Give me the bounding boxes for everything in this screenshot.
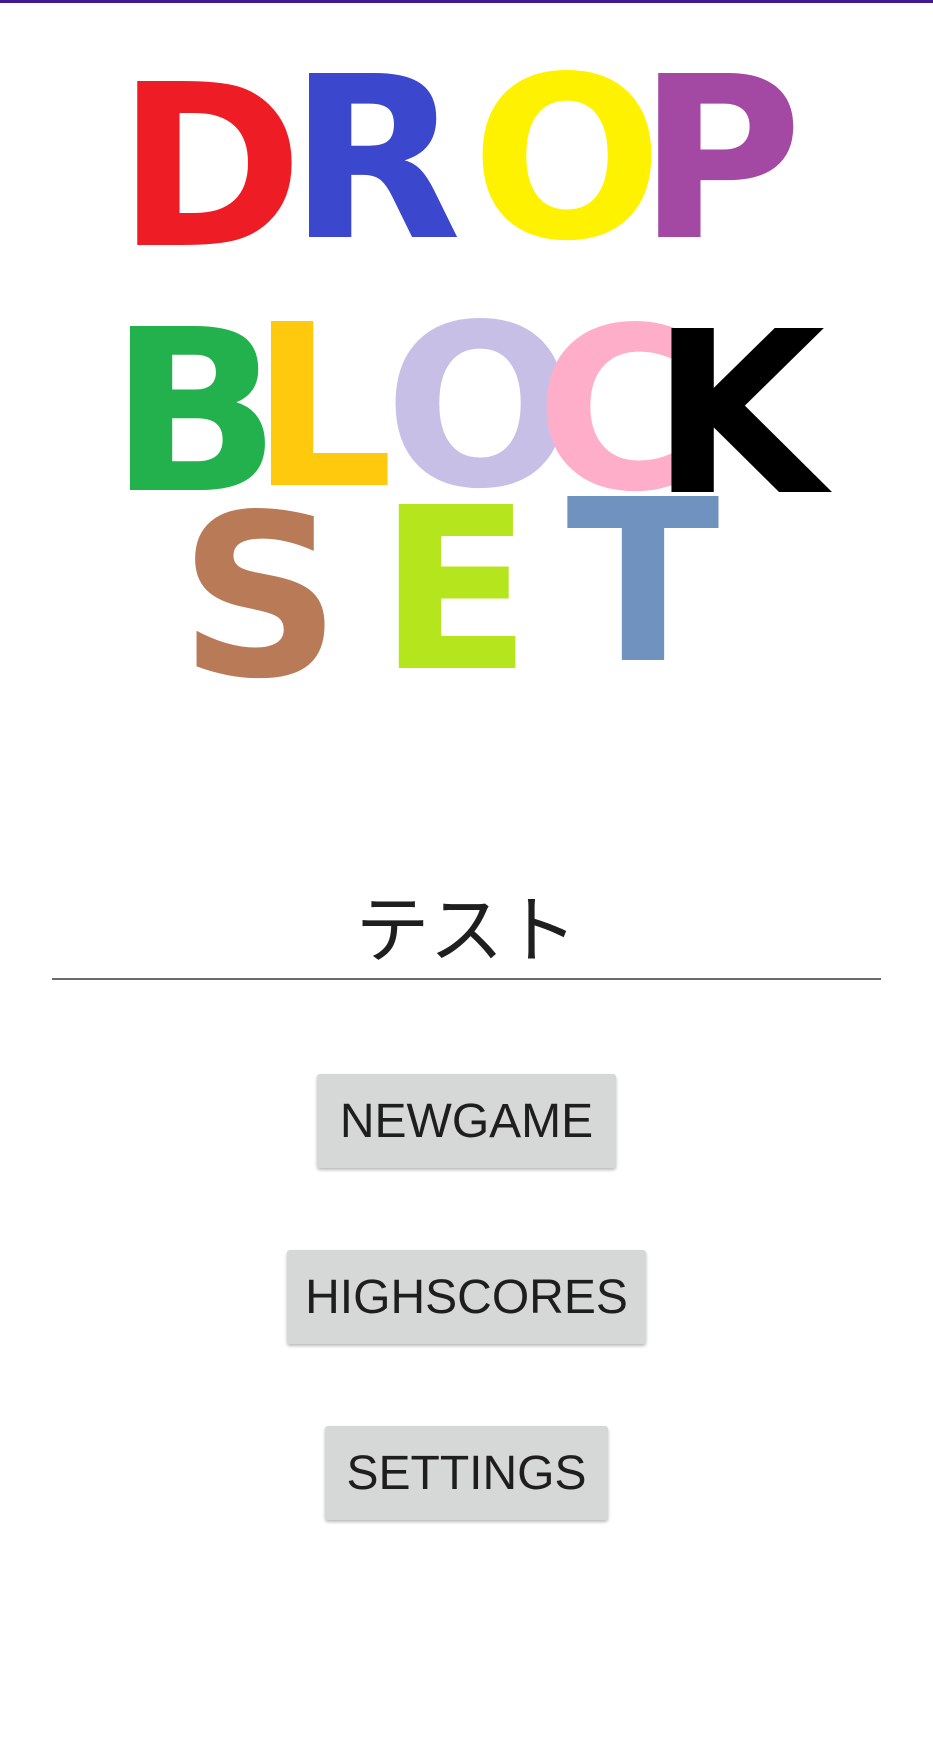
logo-letter-o: O	[471, 29, 662, 291]
game-logo-image: D R O P B L O C K S E T	[109, 29, 833, 700]
logo-letter-e: E	[378, 460, 532, 700]
game-logo: D R O P B L O C K S E T	[0, 0, 933, 700]
logo-letter-t: T	[566, 452, 719, 700]
logo-letter-s: S	[179, 467, 341, 700]
highscores-button[interactable]: HIGHSCORES	[287, 1250, 646, 1344]
logo-letter-d: D	[117, 37, 304, 299]
newgame-button[interactable]: NEWGAME	[317, 1074, 616, 1168]
settings-button[interactable]: SETTINGS	[325, 1426, 608, 1520]
player-name-input[interactable]	[52, 870, 881, 980]
logo-letter-p: P	[638, 29, 803, 291]
logo-letter-r: R	[288, 29, 461, 291]
